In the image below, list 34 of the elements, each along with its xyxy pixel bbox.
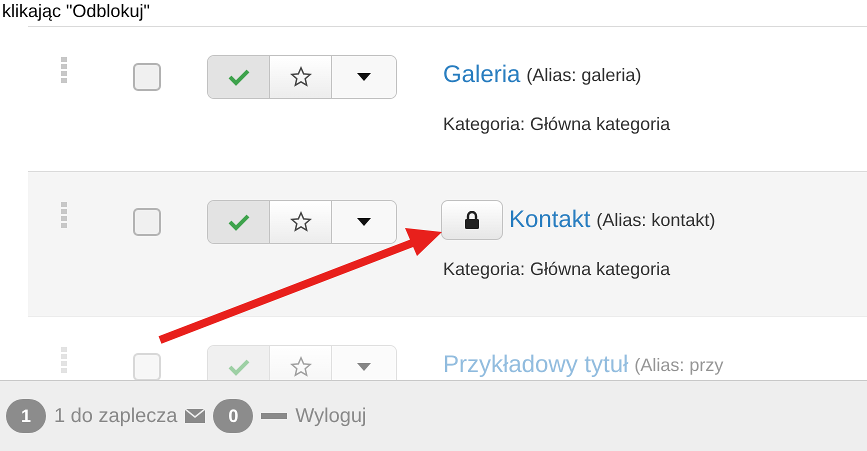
logout-link[interactable]: Wyloguj (295, 401, 366, 431)
article-title-link[interactable]: Kontakt (509, 202, 590, 238)
star-icon (290, 211, 312, 233)
check-icon (228, 68, 250, 86)
caret-icon (357, 363, 371, 371)
checkbox[interactable] (133, 208, 161, 236)
star-icon (290, 356, 312, 378)
count-badge: 1 (6, 399, 46, 433)
category-text: Kategoria: Główna kategoria (443, 113, 670, 136)
alias-text: (Alias: galeria) (526, 64, 642, 87)
drag-handle-icon[interactable] (61, 202, 67, 228)
instruction-text: klikając "Odblokuj" (2, 0, 151, 22)
drag-handle-icon[interactable] (61, 57, 67, 83)
publish-toggle[interactable] (208, 201, 270, 243)
featured-toggle[interactable] (270, 201, 332, 243)
check-icon (228, 358, 250, 376)
unlock-button[interactable] (441, 200, 503, 240)
message-count-badge: 0 (213, 399, 254, 433)
alias-text: (Alias: przy (634, 354, 724, 377)
caret-icon (357, 218, 371, 226)
envelope-icon[interactable] (185, 409, 206, 423)
checkbox[interactable] (133, 63, 161, 91)
article-title-link[interactable]: Galeria (443, 57, 520, 93)
check-icon (228, 213, 250, 231)
lock-icon (465, 211, 479, 229)
alias-text: (Alias: kontakt) (596, 208, 716, 232)
star-icon (290, 66, 312, 88)
publish-toggle[interactable] (208, 56, 270, 98)
dropdown-toggle[interactable] (332, 56, 396, 98)
category-text: Kategoria: Główna kategoria (443, 258, 672, 281)
minus-icon (261, 413, 288, 419)
admin-users-link[interactable]: 1 do zaplecza (54, 401, 178, 431)
featured-toggle[interactable] (270, 56, 332, 98)
caret-icon (357, 73, 371, 81)
